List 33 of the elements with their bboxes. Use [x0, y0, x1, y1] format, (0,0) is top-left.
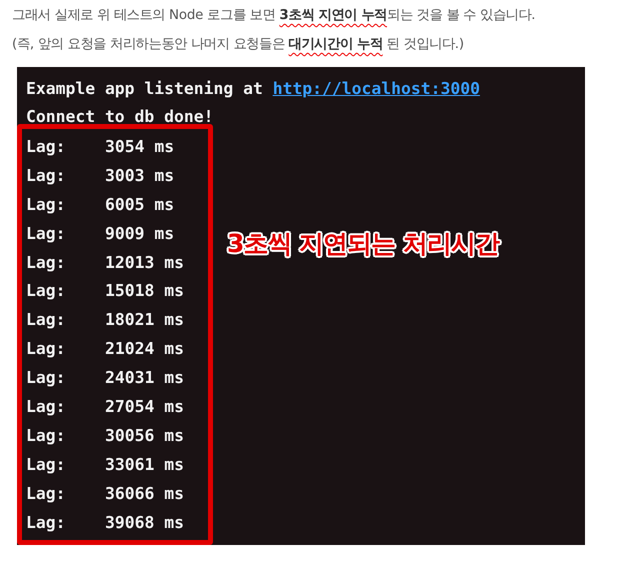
annotation-text: 3초씩 지연되는 처리시간 [227, 228, 499, 260]
lag-label: Lag: [26, 396, 66, 418]
lag-value: 30056 ms [105, 424, 184, 447]
lag-label: Lag: [26, 367, 66, 390]
lag-label: Lag: [26, 454, 66, 476]
terminal-text: Example app listening at [26, 79, 264, 98]
lag-label: Lag: [26, 280, 66, 302]
lag-value: 39068 ms [105, 512, 184, 534]
lag-label: Lag: [26, 512, 66, 534]
lag-label: Lag: [26, 164, 66, 187]
lag-label: Lag: [26, 482, 66, 505]
lag-value: 18021 ms [105, 309, 184, 332]
lag-value: 21024 ms [105, 338, 184, 360]
lag-value: 12013 ms [105, 252, 184, 274]
lag-label: Lag: [26, 252, 66, 274]
paragraph: (즉, 앞의 요청을 처리하는동안 나머지 요청들은 대기시간이 누적 된 것입니다.) [12, 36, 465, 54]
lag-label: Lag: [26, 424, 66, 447]
lag-value: 15018 ms [105, 280, 184, 302]
lag-value: 36066 ms [105, 482, 184, 505]
lag-value: 33061 ms [105, 454, 184, 476]
lag-value: 27054 ms [105, 396, 184, 418]
lag-value: 9009 ms [105, 222, 174, 245]
lag-value: 24031 ms [105, 367, 184, 390]
lag-label: Lag: [26, 309, 66, 332]
lag-value: 6005 ms [105, 194, 174, 216]
lag-label: Lag: [26, 194, 66, 216]
lag-label: Lag: [26, 222, 66, 245]
lag-label: Lag: [26, 338, 66, 360]
terminal-text: Connect to db done! [26, 106, 214, 128]
lag-value: 3003 ms [105, 164, 174, 187]
lag-value: 3054 ms [105, 136, 174, 158]
paragraph: 그래서 실제로 위 테스트의 Node 로그를 보면 3초씩 지연이 누적되는 것을 볼 수 있습니다. [12, 7, 536, 25]
lag-label: Lag: [26, 136, 66, 158]
